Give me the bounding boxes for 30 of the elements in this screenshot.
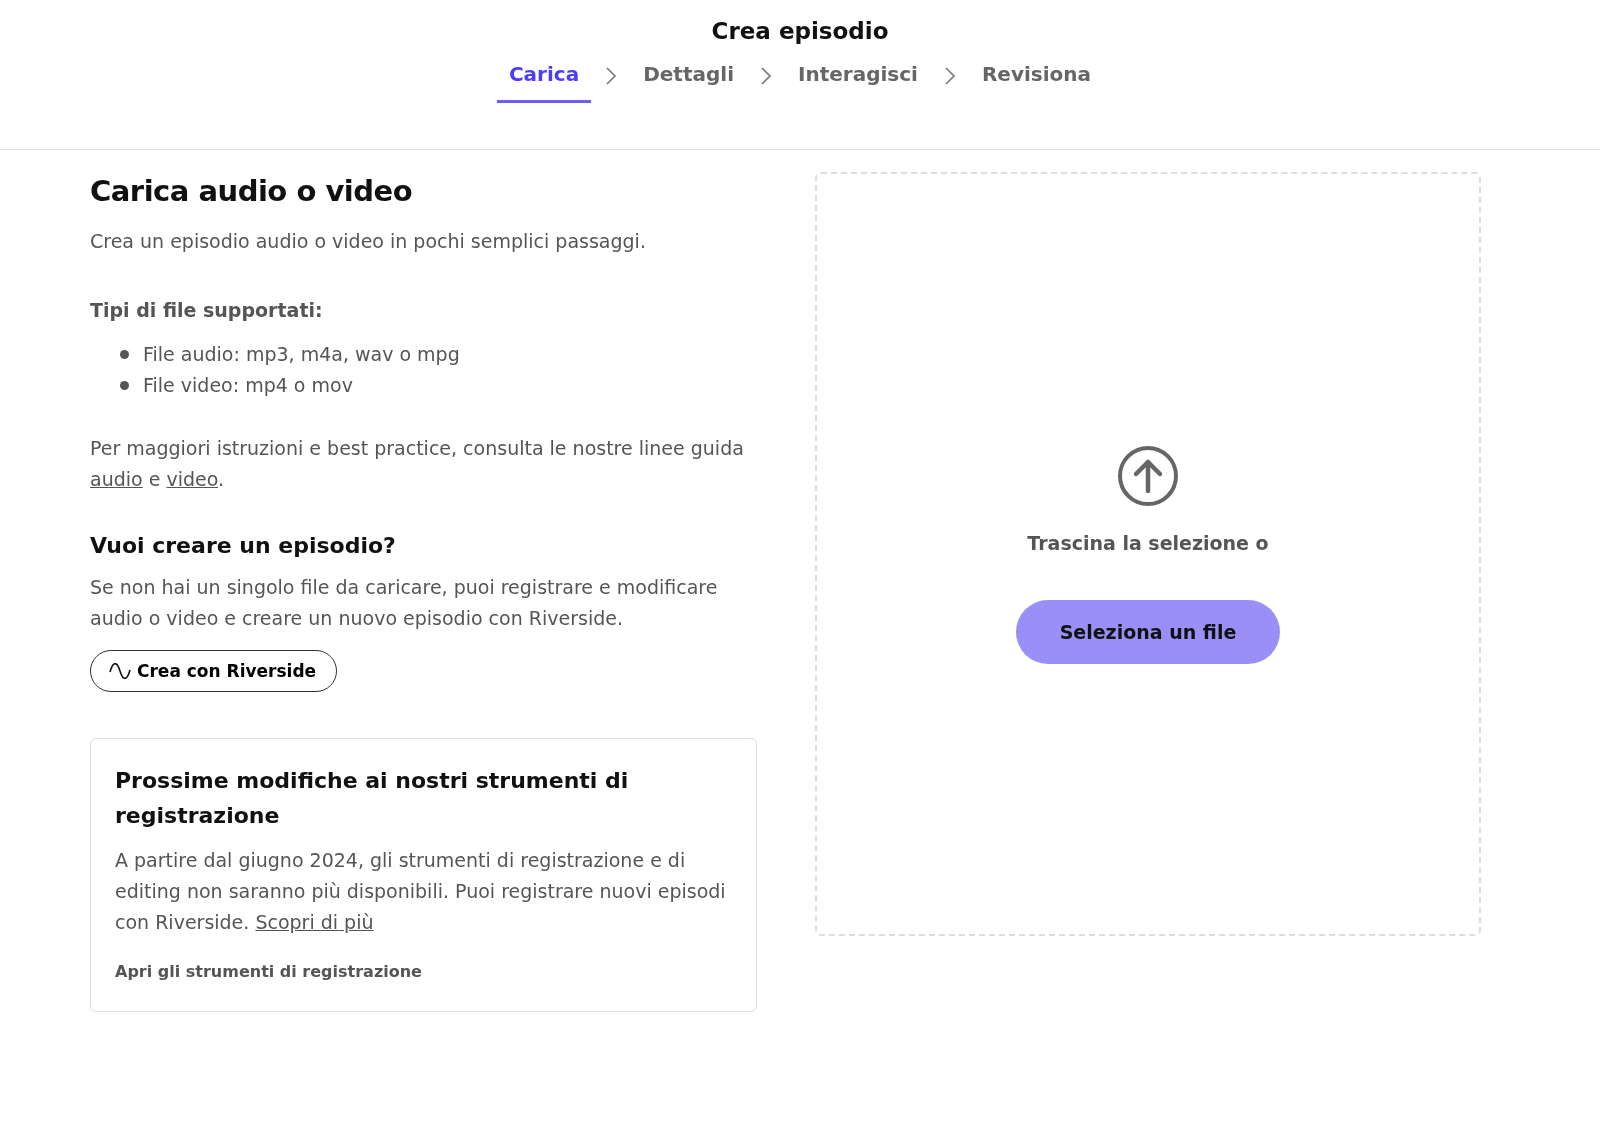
select-file-button[interactable]: Seleziona un file [1015,600,1281,664]
notice-text: A partire dal giugno 2024, gli strumenti di registrazione e di editing non saranno più disponibili. Puoi registrare nuovi episodi con Riverside. Scopri di più [115,848,727,935]
create-riverside-button[interactable]: Crea con Riverside [90,650,338,692]
notice-title: Prossime modifiche ai nostri strumenti di registrazione [115,767,630,830]
wave-icon [109,663,131,679]
create-heading: Vuoi creare un episodio? [90,533,397,558]
create-text: Se non hai un singolo file da caricare, puoi registrare e modificare audio o video e creare un nuovo episodio con Riverside. [90,575,719,631]
chevron-right-icon [943,65,956,86]
section-heading: Carica audio o video [90,174,414,208]
guidelines-text: Per maggiori istruzioni e best practice, consulta le nostre linee guida audio e video. [90,436,745,492]
bullet-icon [120,381,129,390]
step-tab[interactable]: Dettagli [631,58,746,103]
learn-more-link[interactable]: Scopri di più [255,911,374,933]
audio-link[interactable]: audio [90,468,143,490]
intro-text: Crea un episodio audio o video in pochi semplici passaggi. [90,229,647,254]
video-link[interactable]: video [166,468,218,490]
step-tab[interactable]: Revisiona [969,58,1104,103]
step-tab[interactable]: Carica [496,58,592,103]
file-type-item: File video: mp4 o mov [143,373,353,398]
step-tab[interactable]: Interagisci [786,58,930,103]
chevron-right-icon [760,65,772,86]
bullet-icon [120,350,129,359]
file-type-item: File audio: mp3, m4a, wav o mpg [143,342,460,367]
upload-icon [1116,444,1180,508]
drop-zone[interactable]: Trascina la selezione o Seleziona un file [815,172,1481,936]
file-types-heading: Tipi di file supportati: [90,299,324,321]
page-title: Crea episodio [711,18,889,44]
open-recording-tools-link[interactable]: Apri gli strumenti di registrazione [115,962,732,981]
chevron-right-icon [605,65,618,86]
drop-hint: Trascina la selezione o [1027,532,1269,554]
